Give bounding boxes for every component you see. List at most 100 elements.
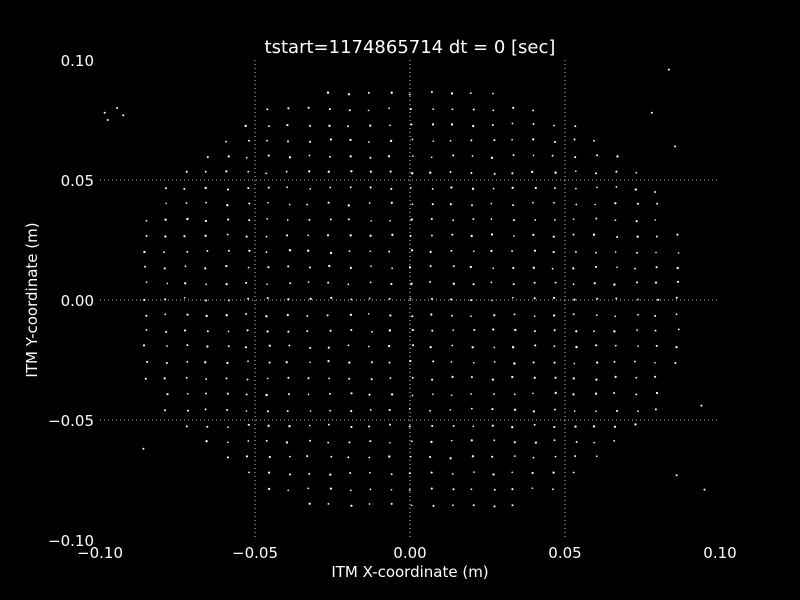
data-point-417 — [490, 202, 493, 205]
data-point-50 — [206, 330, 209, 333]
data-point-69 — [227, 345, 230, 348]
data-point-514 — [574, 250, 577, 253]
data-point-151 — [285, 170, 288, 173]
data-point-487 — [552, 314, 556, 317]
data-point-402 — [493, 439, 496, 442]
data-point-352 — [451, 375, 454, 378]
data-point-110 — [267, 424, 270, 427]
data-point-423 — [492, 109, 495, 112]
data-point-39 — [186, 217, 189, 221]
data-point-528 — [595, 378, 598, 381]
data-point-177 — [308, 170, 311, 173]
data-point-370 — [450, 92, 454, 95]
data-point-410 — [493, 314, 496, 317]
data-point-343 — [430, 90, 433, 94]
data-point-138 — [287, 376, 290, 379]
data-point-267 — [389, 441, 391, 444]
data-point-214 — [350, 425, 353, 429]
data-point-544 — [613, 440, 616, 442]
data-point-109 — [265, 439, 268, 442]
data-point-385 — [472, 283, 475, 286]
data-point-63 — [226, 441, 229, 444]
data-point-471 — [531, 170, 534, 174]
data-point-53 — [205, 283, 208, 286]
data-point-139 — [285, 361, 288, 364]
data-point-545 — [613, 425, 617, 428]
data-point-433 — [511, 375, 514, 379]
data-point-224 — [349, 266, 352, 269]
scatter-chart: −0.10 −0.05 0.00 0.05 0.10−0.10−0.050.000.05… — [0, 0, 800, 600]
data-point-523 — [595, 455, 598, 458]
data-point-399 — [493, 488, 496, 491]
data-point-394 — [470, 139, 473, 142]
data-point-91 — [244, 346, 248, 349]
data-point-310 — [409, 186, 412, 189]
data-point-426 — [511, 488, 514, 491]
data-point-52 — [205, 299, 208, 302]
data-point-12 — [166, 393, 169, 396]
data-point-381 — [471, 346, 474, 349]
data-point-328 — [431, 329, 434, 332]
data-point-377 — [470, 407, 473, 410]
data-point-334 — [430, 234, 433, 237]
data-point-455 — [533, 423, 536, 426]
data-point-115 — [268, 344, 271, 347]
data-point-286 — [389, 139, 393, 143]
data-point-6 — [145, 281, 148, 284]
data-point-412 — [490, 281, 493, 284]
data-point-346 — [451, 473, 454, 475]
data-point-174 — [308, 218, 311, 221]
data-point-106 — [267, 487, 271, 491]
data-point-481 — [554, 408, 556, 411]
data-point-483 — [554, 376, 557, 379]
data-point-107 — [267, 471, 271, 474]
data-point-67 — [225, 377, 228, 380]
data-point-325 — [431, 378, 434, 381]
y-tick-label-0: −0.10 — [48, 532, 94, 550]
data-point-441 — [511, 250, 514, 252]
data-point-244 — [370, 378, 373, 381]
data-point-73 — [225, 282, 228, 286]
data-point-509 — [575, 330, 578, 333]
data-point-23 — [164, 218, 167, 221]
data-point-27 — [186, 409, 189, 412]
data-point-223 — [347, 283, 350, 286]
outlier-point-6 — [650, 111, 653, 114]
data-point-89 — [246, 378, 249, 381]
data-point-284 — [389, 170, 392, 173]
data-point-564 — [637, 410, 639, 413]
data-point-157 — [307, 487, 310, 490]
data-point-28 — [186, 392, 189, 395]
data-point-482 — [554, 391, 557, 395]
y-tick-label-3: 0.05 — [61, 172, 94, 190]
data-point-387 — [472, 250, 475, 253]
data-point-388 — [470, 234, 473, 238]
data-point-83 — [248, 471, 251, 474]
data-point-37 — [186, 250, 189, 253]
data-point-510 — [572, 313, 575, 316]
data-point-354 — [451, 344, 454, 347]
data-point-515 — [572, 233, 575, 236]
data-point-293 — [409, 455, 412, 458]
data-point-383 — [470, 315, 472, 318]
data-point-386 — [469, 265, 472, 269]
data-point-68 — [226, 361, 229, 365]
data-point-400 — [492, 473, 495, 476]
data-point-542 — [596, 154, 599, 157]
data-point-103 — [245, 156, 248, 159]
data-point-494 — [553, 201, 555, 204]
data-point-219 — [347, 344, 350, 347]
data-point-367 — [449, 140, 452, 142]
data-point-235 — [347, 93, 351, 96]
data-point-251 — [370, 265, 372, 268]
data-point-549 — [613, 360, 616, 363]
data-point-82 — [225, 140, 227, 143]
data-point-391 — [471, 187, 475, 190]
data-point-176 — [309, 188, 312, 190]
data-point-228 — [347, 204, 350, 207]
data-point-337 — [431, 187, 434, 190]
data-point-183 — [329, 487, 333, 490]
data-point-593 — [656, 202, 659, 205]
data-point-173 — [307, 234, 310, 237]
data-point-440 — [512, 266, 515, 270]
